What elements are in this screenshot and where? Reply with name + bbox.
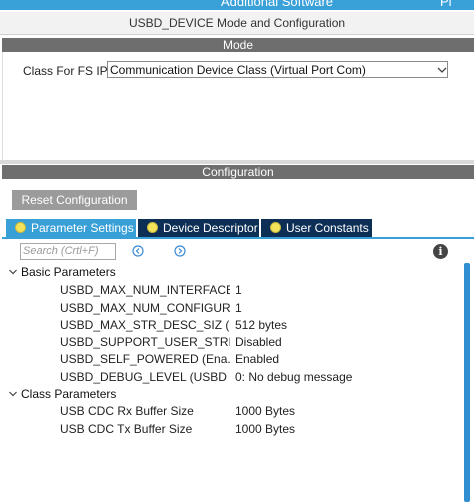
param-value: 512 bytes: [235, 318, 288, 332]
group-class-parameters[interactable]: Class Parameters: [8, 387, 116, 401]
chevron-down-icon: [437, 67, 447, 73]
table-row[interactable]: USBD_SELF_POWERED (Ena... Enabled: [0, 352, 460, 369]
param-value: Disabled: [235, 335, 282, 349]
table-row[interactable]: USB CDC Tx Buffer Size 1000 Bytes: [0, 422, 460, 439]
tab-label: Device Descriptor: [163, 221, 258, 235]
search-placeholder: Search (Crtl+F): [23, 245, 99, 257]
group-basic-parameters[interactable]: Basic Parameters: [8, 265, 116, 279]
tab-user-constants[interactable]: User Constants: [261, 219, 372, 237]
mode-section-header: Mode: [2, 38, 474, 52]
table-row[interactable]: USBD_SUPPORT_USER_STRI... Disabled: [0, 335, 460, 352]
info-icon[interactable]: i: [433, 244, 448, 259]
header-partial-right: Pi: [440, 0, 452, 9]
header-partial-title: Additional Software: [221, 0, 334, 9]
arrow-left-circle-icon[interactable]: [132, 245, 144, 257]
table-row[interactable]: USBD_DEBUG_LEVEL (USBD ... 0: No debug m…: [0, 370, 460, 387]
table-row[interactable]: USB CDC Rx Buffer Size 1000 Bytes: [0, 404, 460, 421]
param-name: USB CDC Rx Buffer Size: [60, 404, 194, 418]
param-name: USBD_MAX_NUM_INTERFACE...: [60, 283, 230, 297]
table-row[interactable]: USBD_MAX_STR_DESC_SIZ (... 512 bytes: [0, 318, 460, 335]
status-dot-icon: [270, 222, 281, 233]
param-name: USBD_MAX_NUM_CONFIGUR...: [60, 301, 230, 315]
tab-device-descriptor[interactable]: Device Descriptor: [138, 219, 259, 237]
arrow-right-circle-icon[interactable]: [174, 245, 186, 257]
class-for-fs-ip-label: Class For FS IP: [23, 64, 108, 78]
configuration-section-header: Configuration: [2, 165, 474, 179]
param-name: USBD_SELF_POWERED (Ena...: [60, 352, 230, 366]
status-dot-icon: [147, 222, 158, 233]
reset-configuration-button[interactable]: Reset Configuration: [12, 190, 137, 210]
class-select[interactable]: Communication Device Class (Virtual Port…: [107, 61, 448, 78]
search-input[interactable]: Search (Crtl+F): [20, 243, 116, 260]
chevron-down-icon: [9, 391, 17, 397]
panel-divider[interactable]: [0, 160, 474, 164]
tab-parameter-settings[interactable]: Parameter Settings: [6, 219, 136, 237]
class-select-value: Communication Device Class (Virtual Port…: [110, 63, 366, 77]
param-name: USBD_DEBUG_LEVEL (USBD ...: [60, 370, 230, 384]
param-name: USBD_SUPPORT_USER_STRI...: [60, 335, 230, 349]
table-row[interactable]: USBD_MAX_NUM_INTERFACE... 1: [0, 283, 460, 300]
param-name: USBD_MAX_STR_DESC_SIZ (...: [60, 318, 230, 332]
tab-label: Parameter Settings: [31, 221, 134, 235]
group-label: Class Parameters: [21, 387, 117, 401]
param-value: 1: [235, 301, 242, 315]
param-value: 1000 Bytes: [235, 422, 296, 436]
scrollbar-thumb[interactable]: [464, 263, 470, 502]
group-label: Basic Parameters: [21, 265, 116, 279]
top-header-bar: Additional Software Pi: [0, 0, 474, 10]
param-value: 1000 Bytes: [235, 404, 296, 418]
page-title: USBD_DEVICE Mode and Configuration: [0, 12, 474, 35]
chevron-down-icon: [9, 269, 17, 275]
param-value: Enabled: [235, 352, 280, 366]
param-value: 1: [235, 283, 242, 297]
param-value: 0: No debug message: [235, 370, 353, 384]
table-row[interactable]: USBD_MAX_NUM_CONFIGUR... 1: [0, 301, 460, 318]
tab-label: User Constants: [286, 221, 369, 235]
tab-underline: [2, 237, 474, 239]
param-name: USB CDC Tx Buffer Size: [60, 422, 193, 436]
status-dot-icon: [15, 222, 26, 233]
